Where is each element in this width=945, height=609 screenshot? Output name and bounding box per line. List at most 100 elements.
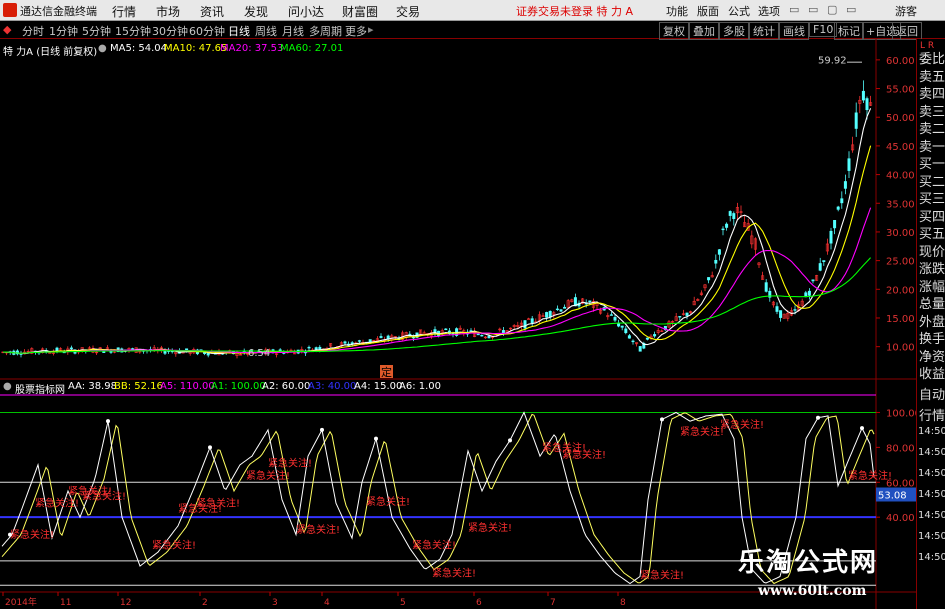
candle-body: [685, 312, 689, 316]
period-15min[interactable]: 15分钟: [115, 23, 151, 39]
candle-body: [206, 353, 210, 356]
candle-body: [822, 260, 826, 262]
date-tick-label: 11: [60, 598, 71, 608]
candle-body: [343, 341, 347, 344]
candle-body: [678, 316, 682, 318]
ma10-label: MA10: 47.65: [164, 43, 228, 54]
candle-body: [545, 312, 549, 318]
candle-body: [861, 90, 865, 101]
menu-wealth[interactable]: 财富圈: [342, 3, 378, 20]
quote-label: 行情: [919, 409, 945, 424]
candle-body: [728, 211, 732, 216]
flag-marker-text: 定: [381, 365, 392, 379]
candle-body: [620, 325, 624, 328]
menu-formula[interactable]: 公式: [728, 3, 750, 19]
candle-body: [725, 223, 729, 228]
period-multi[interactable]: 多周期: [309, 23, 342, 39]
alert-signal-label: 紧急关注!: [366, 495, 410, 508]
app-logo-icon: [3, 3, 17, 17]
lock-icon: ◆: [3, 23, 12, 36]
chart-area[interactable]: 60.00 55.00 50.00 45.00 40.00 35.00 30.00 25.00…: [0, 39, 921, 609]
alert-signal-label: 紧急关注!: [152, 539, 196, 552]
guest-label[interactable]: 游客: [895, 3, 917, 19]
indicator-tick-label: 40.00: [886, 513, 915, 524]
indicator-dot: [320, 427, 324, 432]
ind-a3: A3: 40.00: [308, 381, 357, 392]
ind-aa: AA: 38.98: [68, 381, 117, 392]
more-arrow-icon[interactable]: ▸: [368, 23, 374, 36]
candle-body: [69, 347, 73, 349]
minimize-icon[interactable]: ▭: [789, 3, 799, 16]
price-tick-label: 20.00: [886, 285, 915, 296]
kline-chart[interactable]: 60.00 55.00 50.00 45.00 40.00 35.00 30.00 25.00…: [0, 39, 921, 609]
menu-ask[interactable]: 问小达: [288, 3, 324, 20]
menu-market[interactable]: 市场: [156, 3, 180, 20]
alert-signal-label: 紧急关注!: [848, 469, 892, 482]
period-daily[interactable]: 日线: [228, 23, 250, 39]
price-tick-label: 55.00: [886, 85, 915, 96]
fullscreen-icon[interactable]: ▢: [827, 3, 837, 16]
legend-dot-icon: ●: [98, 43, 107, 54]
candle-body: [102, 351, 106, 353]
help-icon[interactable]: ▭: [846, 3, 856, 16]
tool-back[interactable]: 返回: [892, 22, 922, 40]
candle-body: [764, 282, 768, 292]
menu-function[interactable]: 功能: [666, 3, 688, 19]
menu-quotes[interactable]: 行情: [112, 3, 136, 20]
indicator-name: 股票指标网: [15, 385, 65, 396]
quote-label: 14:50: [918, 510, 945, 521]
period-more[interactable]: 更多: [345, 23, 367, 39]
ma5-label: MA5: 54.04: [110, 43, 168, 54]
period-monthly[interactable]: 月线: [282, 23, 304, 39]
quote-label: 外盘: [919, 314, 945, 330]
indicator-dot: [660, 417, 664, 422]
candle-body: [775, 306, 779, 312]
menu-discover[interactable]: 发现: [244, 3, 268, 20]
indicator-dot: [208, 445, 212, 450]
candle-body: [487, 335, 491, 339]
alert-signal-label: 紧急关注!: [720, 418, 764, 431]
quote-label: 买四: [919, 209, 945, 225]
candle-body: [707, 277, 711, 281]
menu-layout[interactable]: 版面: [697, 3, 719, 19]
menu-options[interactable]: 选项: [758, 3, 780, 19]
candle-body: [563, 306, 567, 309]
quote-label: 买二: [919, 174, 945, 190]
price-tick-label: 50.00: [886, 113, 915, 124]
menu-news[interactable]: 资讯: [200, 3, 224, 20]
tool-adjust[interactable]: 复权: [659, 22, 689, 40]
watermark-url: www.60lt.com: [758, 583, 867, 599]
tool-multistock[interactable]: 多股: [719, 22, 749, 40]
quote-label: 14:50: [918, 552, 945, 563]
candle-body: [843, 181, 847, 189]
tool-draw[interactable]: 画线: [779, 22, 809, 40]
tool-stats[interactable]: 统计: [749, 22, 779, 40]
quote-label: 收益: [919, 367, 945, 382]
tool-mark[interactable]: 标记: [834, 22, 864, 40]
candle-body: [627, 335, 631, 339]
menu-trade[interactable]: 交易: [396, 3, 420, 20]
candle-body: [476, 333, 480, 336]
low-price-label: 6.54: [248, 348, 270, 359]
period-30min[interactable]: 30分钟: [152, 23, 188, 39]
ma60-label: MA60: 27.01: [280, 43, 344, 54]
period-5min[interactable]: 5分钟: [82, 23, 111, 39]
indicator-dot: [106, 419, 110, 424]
ma20-label: MA20: 37.53: [220, 43, 284, 54]
candle-body: [829, 230, 833, 244]
tool-overlay[interactable]: 叠加: [689, 22, 719, 40]
candle-body: [865, 98, 869, 111]
period-1min[interactable]: 1分钟: [49, 23, 78, 39]
price-tick-label: 30.00: [886, 228, 915, 239]
period-60min[interactable]: 60分钟: [189, 23, 225, 39]
quote-label: 现价: [919, 244, 945, 260]
quote-label: 换手: [919, 332, 945, 347]
quote-label: 卖三: [919, 104, 945, 120]
ind-a5: A5: 110.00: [160, 381, 215, 392]
restore-icon[interactable]: ▭: [808, 3, 818, 16]
candle-body: [721, 228, 725, 231]
date-tick-label: 2: [202, 598, 208, 608]
period-weekly[interactable]: 周线: [255, 23, 277, 39]
period-minute[interactable]: 分时: [22, 23, 44, 39]
price-tick-label: 40.00: [886, 171, 915, 182]
